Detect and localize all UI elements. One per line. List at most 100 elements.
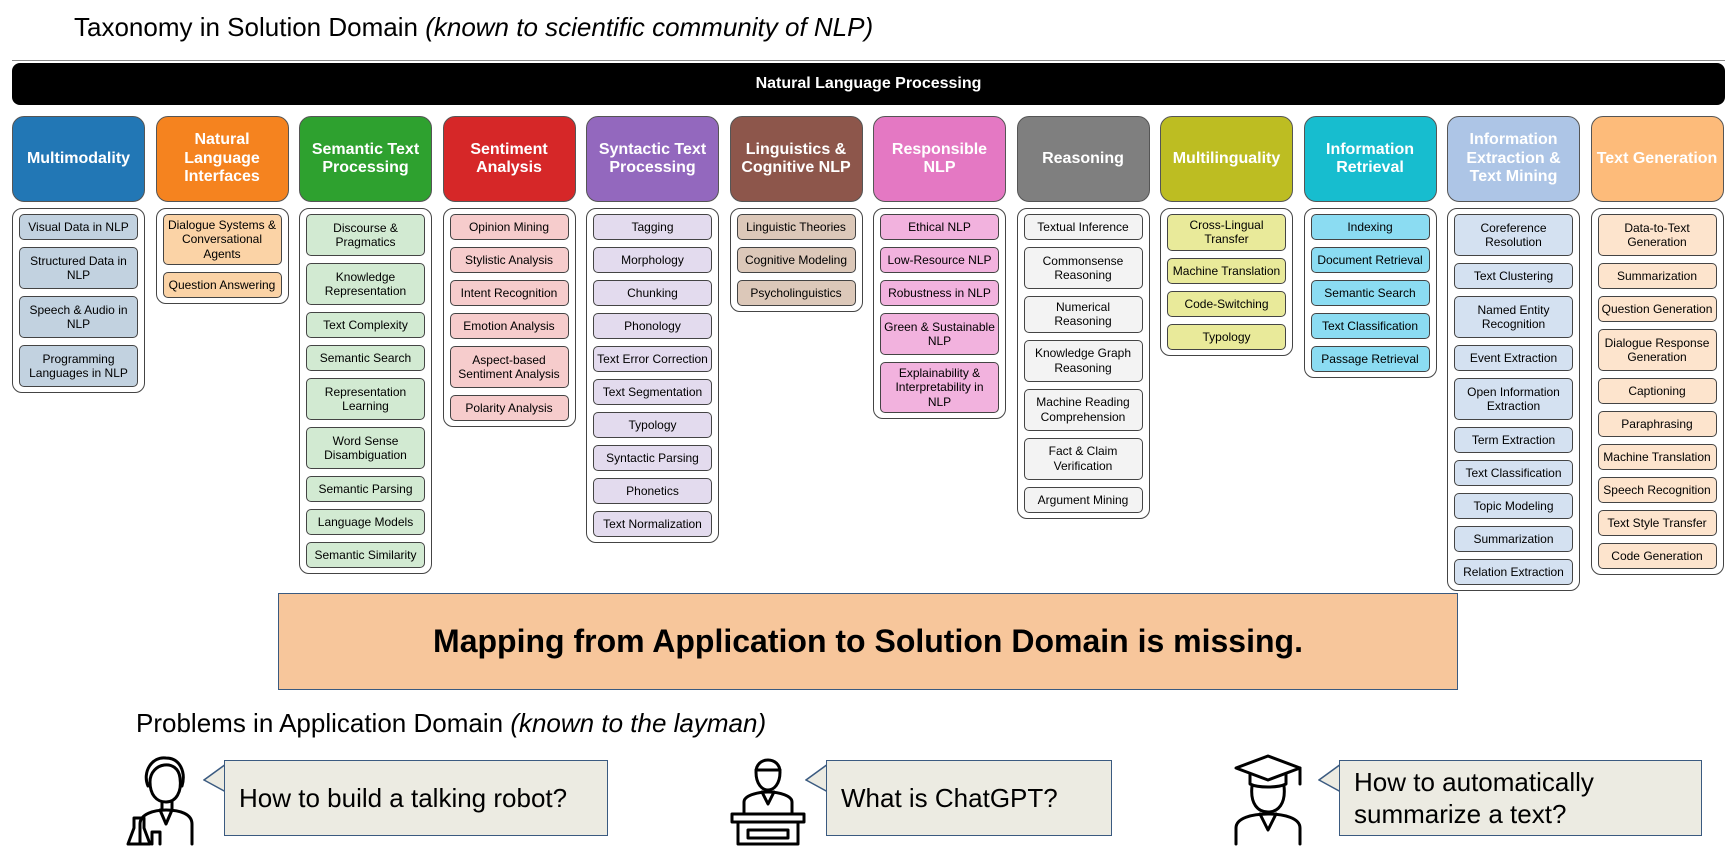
category-header: Text Generation xyxy=(1590,116,1724,202)
problem-bubble: How to build a talking robot? xyxy=(224,760,608,836)
category-header: Linguistics & Cognitive NLP xyxy=(729,116,863,202)
subcategory-item: Paraphrasing xyxy=(1597,411,1717,437)
subcategory-item: Semantic Similarity xyxy=(306,542,425,568)
subcategory-item: Event Extraction xyxy=(1454,345,1573,371)
subcategory-panel: Dialogue Systems & Conversational Agents… xyxy=(155,208,289,305)
subcategory-item: Morphology xyxy=(593,247,712,273)
subcategory-item: Textual Inference xyxy=(1023,214,1143,240)
subcategory-panel: Cross-Lingual Transfer Machine Translatio… xyxy=(1160,208,1293,356)
subcategory-item: Term Extraction xyxy=(1454,427,1573,453)
subcategory-item: Machine Translation xyxy=(1167,257,1286,284)
category-column: Syntactic Text Processing Tagging Morpholo… xyxy=(586,116,719,543)
subcategory-item: Question Generation xyxy=(1597,296,1717,322)
category-header: Responsible NLP xyxy=(873,116,1006,202)
category-column: Multilinguality Cross-Lingual Transfer Mac… xyxy=(1160,116,1293,356)
subcategory-item: Commonsense Reasoning xyxy=(1023,247,1143,289)
nlp-root-bar: Natural Language Processing xyxy=(12,63,1725,105)
subcategory-item: Cognitive Modeling xyxy=(736,247,856,273)
subcategory-item: Psycholinguistics xyxy=(736,280,856,306)
missing-mapping-banner: Mapping from Application to Solution Dom… xyxy=(278,593,1458,690)
subcategory-item: Semantic Parsing xyxy=(306,476,425,502)
category-header: Semantic Text Processing xyxy=(299,116,432,202)
subcategory-item: Ethical NLP xyxy=(880,214,999,240)
subcategory-item: Tagging xyxy=(593,214,712,240)
subcategory-item: Programming Languages in NLP xyxy=(19,345,138,387)
subcategory-item: Cross-Lingual Transfer xyxy=(1167,214,1286,251)
subcategory-item: Indexing xyxy=(1310,214,1430,240)
subcategory-item: Text Classification xyxy=(1310,313,1430,339)
subcategory-item: Aspect-based Sentiment Analysis xyxy=(449,346,569,388)
subcategory-item: Phonetics xyxy=(593,478,712,504)
subcategory-item: Typology xyxy=(1167,323,1286,350)
subcategory-item: Knowledge Representation xyxy=(306,263,425,305)
category-column: Semantic Text Processing Discourse & Prag… xyxy=(299,116,432,574)
subcategory-item: Passage Retrieval xyxy=(1310,346,1430,372)
category-header: Syntactic Text Processing xyxy=(586,116,719,202)
subcategory-item: Knowledge Graph Reasoning xyxy=(1023,339,1143,382)
subcategory-item: Syntactic Parsing xyxy=(593,445,712,471)
subcategory-item: Explainability & Interpretability in NLP xyxy=(880,362,999,414)
subcategory-item: Relation Extraction xyxy=(1454,559,1573,585)
category-header: Natural Language Interfaces xyxy=(155,116,289,202)
subcategory-item: Dialogue Systems & Conversational Agents xyxy=(162,214,282,266)
subcategory-item: Structured Data in NLP xyxy=(19,247,138,289)
subcategory-item: Low-Resource NLP xyxy=(880,247,999,273)
subcategory-item: Chunking xyxy=(593,280,712,306)
subcategory-item: Polarity Analysis xyxy=(449,395,569,421)
subcategory-item: Open Information Extraction xyxy=(1454,378,1573,420)
subcategory-item: Representation Learning xyxy=(306,378,425,420)
solution-domain-heading: Taxonomy in Solution Domain (known to sc… xyxy=(74,12,873,43)
category-header: Information Extraction & Text Mining xyxy=(1447,116,1580,202)
subcategory-panel: Visual Data in NLP Structured Data in NLP… xyxy=(12,208,145,393)
subcategory-item: Machine Translation xyxy=(1597,444,1717,470)
subcategory-item: Numerical Reasoning xyxy=(1023,296,1143,333)
subcategory-item: Opinion Mining xyxy=(449,214,569,240)
subcategory-panel: Linguistic Theories Cognitive Modeling Psy… xyxy=(729,208,863,312)
subcategory-panel: Ethical NLP Low-Resource NLP Robustness in… xyxy=(873,208,1006,420)
graduate-icon xyxy=(1234,754,1302,846)
problem-bubble: What is ChatGPT? xyxy=(826,760,1112,836)
category-column: Natural Language Interfaces Dialogue Syst… xyxy=(155,116,289,305)
subcategory-panel: Opinion Mining Stylistic Analysis Intent R… xyxy=(442,208,576,427)
application-domain-note: (known to the layman) xyxy=(510,708,767,738)
scientist-icon xyxy=(126,756,194,846)
subcategory-item: Summarization xyxy=(1597,263,1717,289)
subcategory-item: Code Generation xyxy=(1597,543,1717,569)
subcategory-item: Text Complexity xyxy=(306,312,425,338)
category-column: Sentiment Analysis Opinion Mining Stylisti… xyxy=(442,116,576,427)
subcategory-item: Dialogue Response Generation xyxy=(1597,329,1717,371)
subcategory-item: Question Answering xyxy=(162,272,282,299)
subcategory-item: Text Segmentation xyxy=(593,379,712,405)
subcategory-item: Stylistic Analysis xyxy=(449,247,569,273)
subcategory-item: Code-Switching xyxy=(1167,290,1286,317)
category-column: Information Extraction & Text Mining Core… xyxy=(1447,116,1580,591)
subcategory-item: Word Sense Disambiguation xyxy=(306,427,425,469)
subcategory-item: Discourse & Pragmatics xyxy=(306,214,425,256)
subcategory-item: Visual Data in NLP xyxy=(19,214,138,240)
category-column: Reasoning Textual Inference Commonsense Re… xyxy=(1016,116,1150,519)
subcategory-item: Semantic Search xyxy=(1310,280,1430,306)
subcategory-item: Green & Sustainable NLP xyxy=(880,313,999,355)
subcategory-item: Text Clustering xyxy=(1454,263,1573,289)
subcategory-item: Linguistic Theories xyxy=(736,214,856,240)
application-domain-heading: Problems in Application Domain (known to… xyxy=(136,708,766,739)
subcategory-item: Fact & Claim Verification xyxy=(1023,437,1143,480)
category-header: Sentiment Analysis xyxy=(442,116,576,202)
subcategory-panel: Indexing Document Retrieval Semantic Searc… xyxy=(1303,208,1437,378)
category-column: Information Retrieval Indexing Document Re… xyxy=(1303,116,1437,378)
category-header: Multimodality xyxy=(12,116,145,202)
subcategory-item: Named Entity Recognition xyxy=(1454,296,1573,338)
subcategory-item: Typology xyxy=(593,412,712,438)
category-header: Information Retrieval xyxy=(1303,116,1437,202)
subcategory-item: Text Error Correction xyxy=(593,346,712,372)
category-header: Reasoning xyxy=(1016,116,1150,202)
subcategory-item: Language Models xyxy=(306,509,425,535)
category-column: Responsible NLP Ethical NLP Low-Resource N… xyxy=(873,116,1006,420)
subcategory-item: Data-to-Text Generation xyxy=(1597,214,1717,256)
subcategory-panel: Tagging Morphology Chunking Phonology Text E… xyxy=(586,208,719,543)
subcategory-item: Speech & Audio in NLP xyxy=(19,296,138,338)
category-header: Multilinguality xyxy=(1160,116,1293,202)
subcategory-item: Emotion Analysis xyxy=(449,313,569,339)
subcategory-item: Text Normalization xyxy=(593,511,712,537)
subcategory-item: Text Style Transfer xyxy=(1597,510,1717,536)
